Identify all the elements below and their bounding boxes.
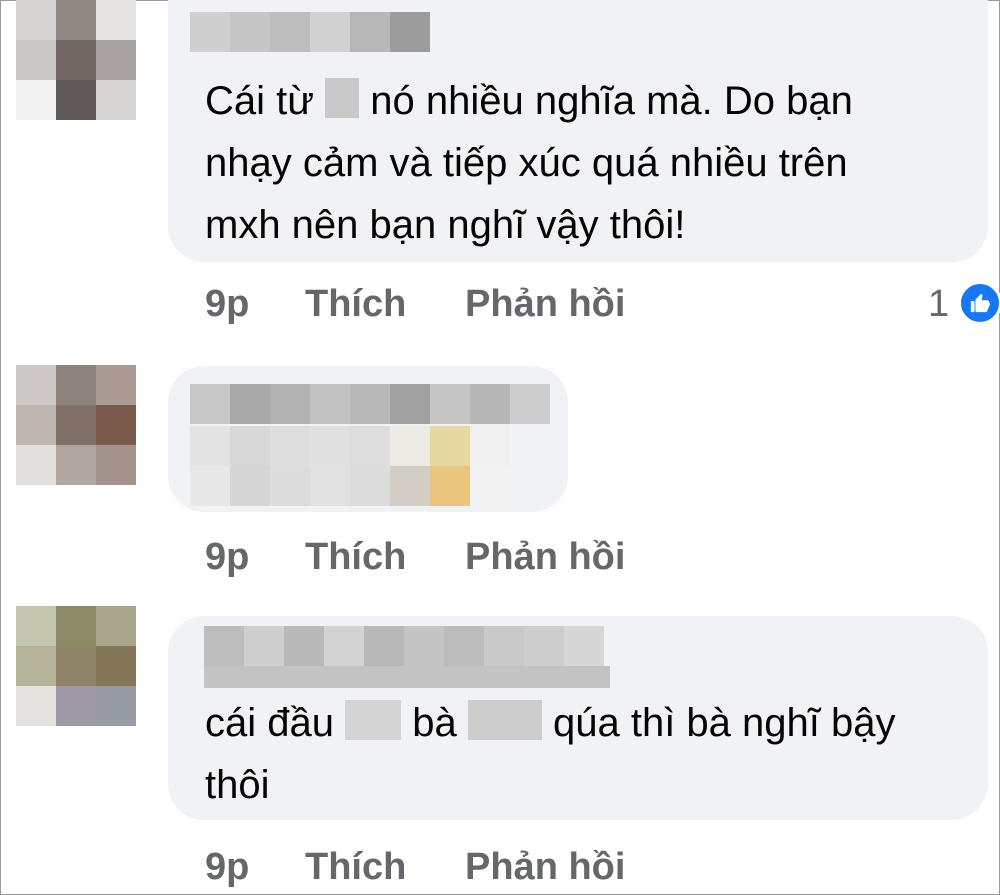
comment-text: cái đầu bà qúa thì bà nghĩ bậy thôi (205, 700, 896, 807)
comment-actions: 9p Thích Phản hồi (205, 536, 625, 579)
comment-text-censored (190, 426, 510, 506)
reply-button[interactable]: Phản hồi (465, 283, 625, 326)
reaction-count[interactable]: 1 (928, 283, 949, 326)
like-button[interactable]: Thích (305, 283, 465, 326)
reply-button[interactable]: Phản hồi (465, 846, 625, 889)
like-button[interactable]: Thích (305, 536, 465, 579)
avatar[interactable] (16, 365, 136, 485)
like-button[interactable]: Thích (305, 846, 465, 889)
avatar[interactable] (16, 0, 136, 120)
author-name-censored[interactable] (204, 626, 610, 688)
author-name-censored[interactable] (190, 12, 440, 52)
timestamp-link[interactable]: 9p (205, 536, 305, 579)
like-reaction-icon[interactable] (958, 281, 1000, 325)
censored-word (325, 78, 360, 118)
comment-actions: 9p Thích Phản hồi (205, 283, 625, 326)
author-name-censored[interactable] (190, 384, 550, 424)
timestamp-link[interactable]: 9p (205, 846, 305, 889)
timestamp-link[interactable]: 9p (205, 283, 305, 326)
reply-button[interactable]: Phản hồi (465, 536, 625, 579)
censored-word (467, 700, 542, 740)
comment-text: Cái từ nó nhiều nghĩa mà. Do bạn nhạy cả… (205, 78, 853, 247)
censored-word (345, 700, 402, 740)
comment-actions: 9p Thích Phản hồi (205, 846, 625, 889)
avatar[interactable] (16, 606, 136, 726)
